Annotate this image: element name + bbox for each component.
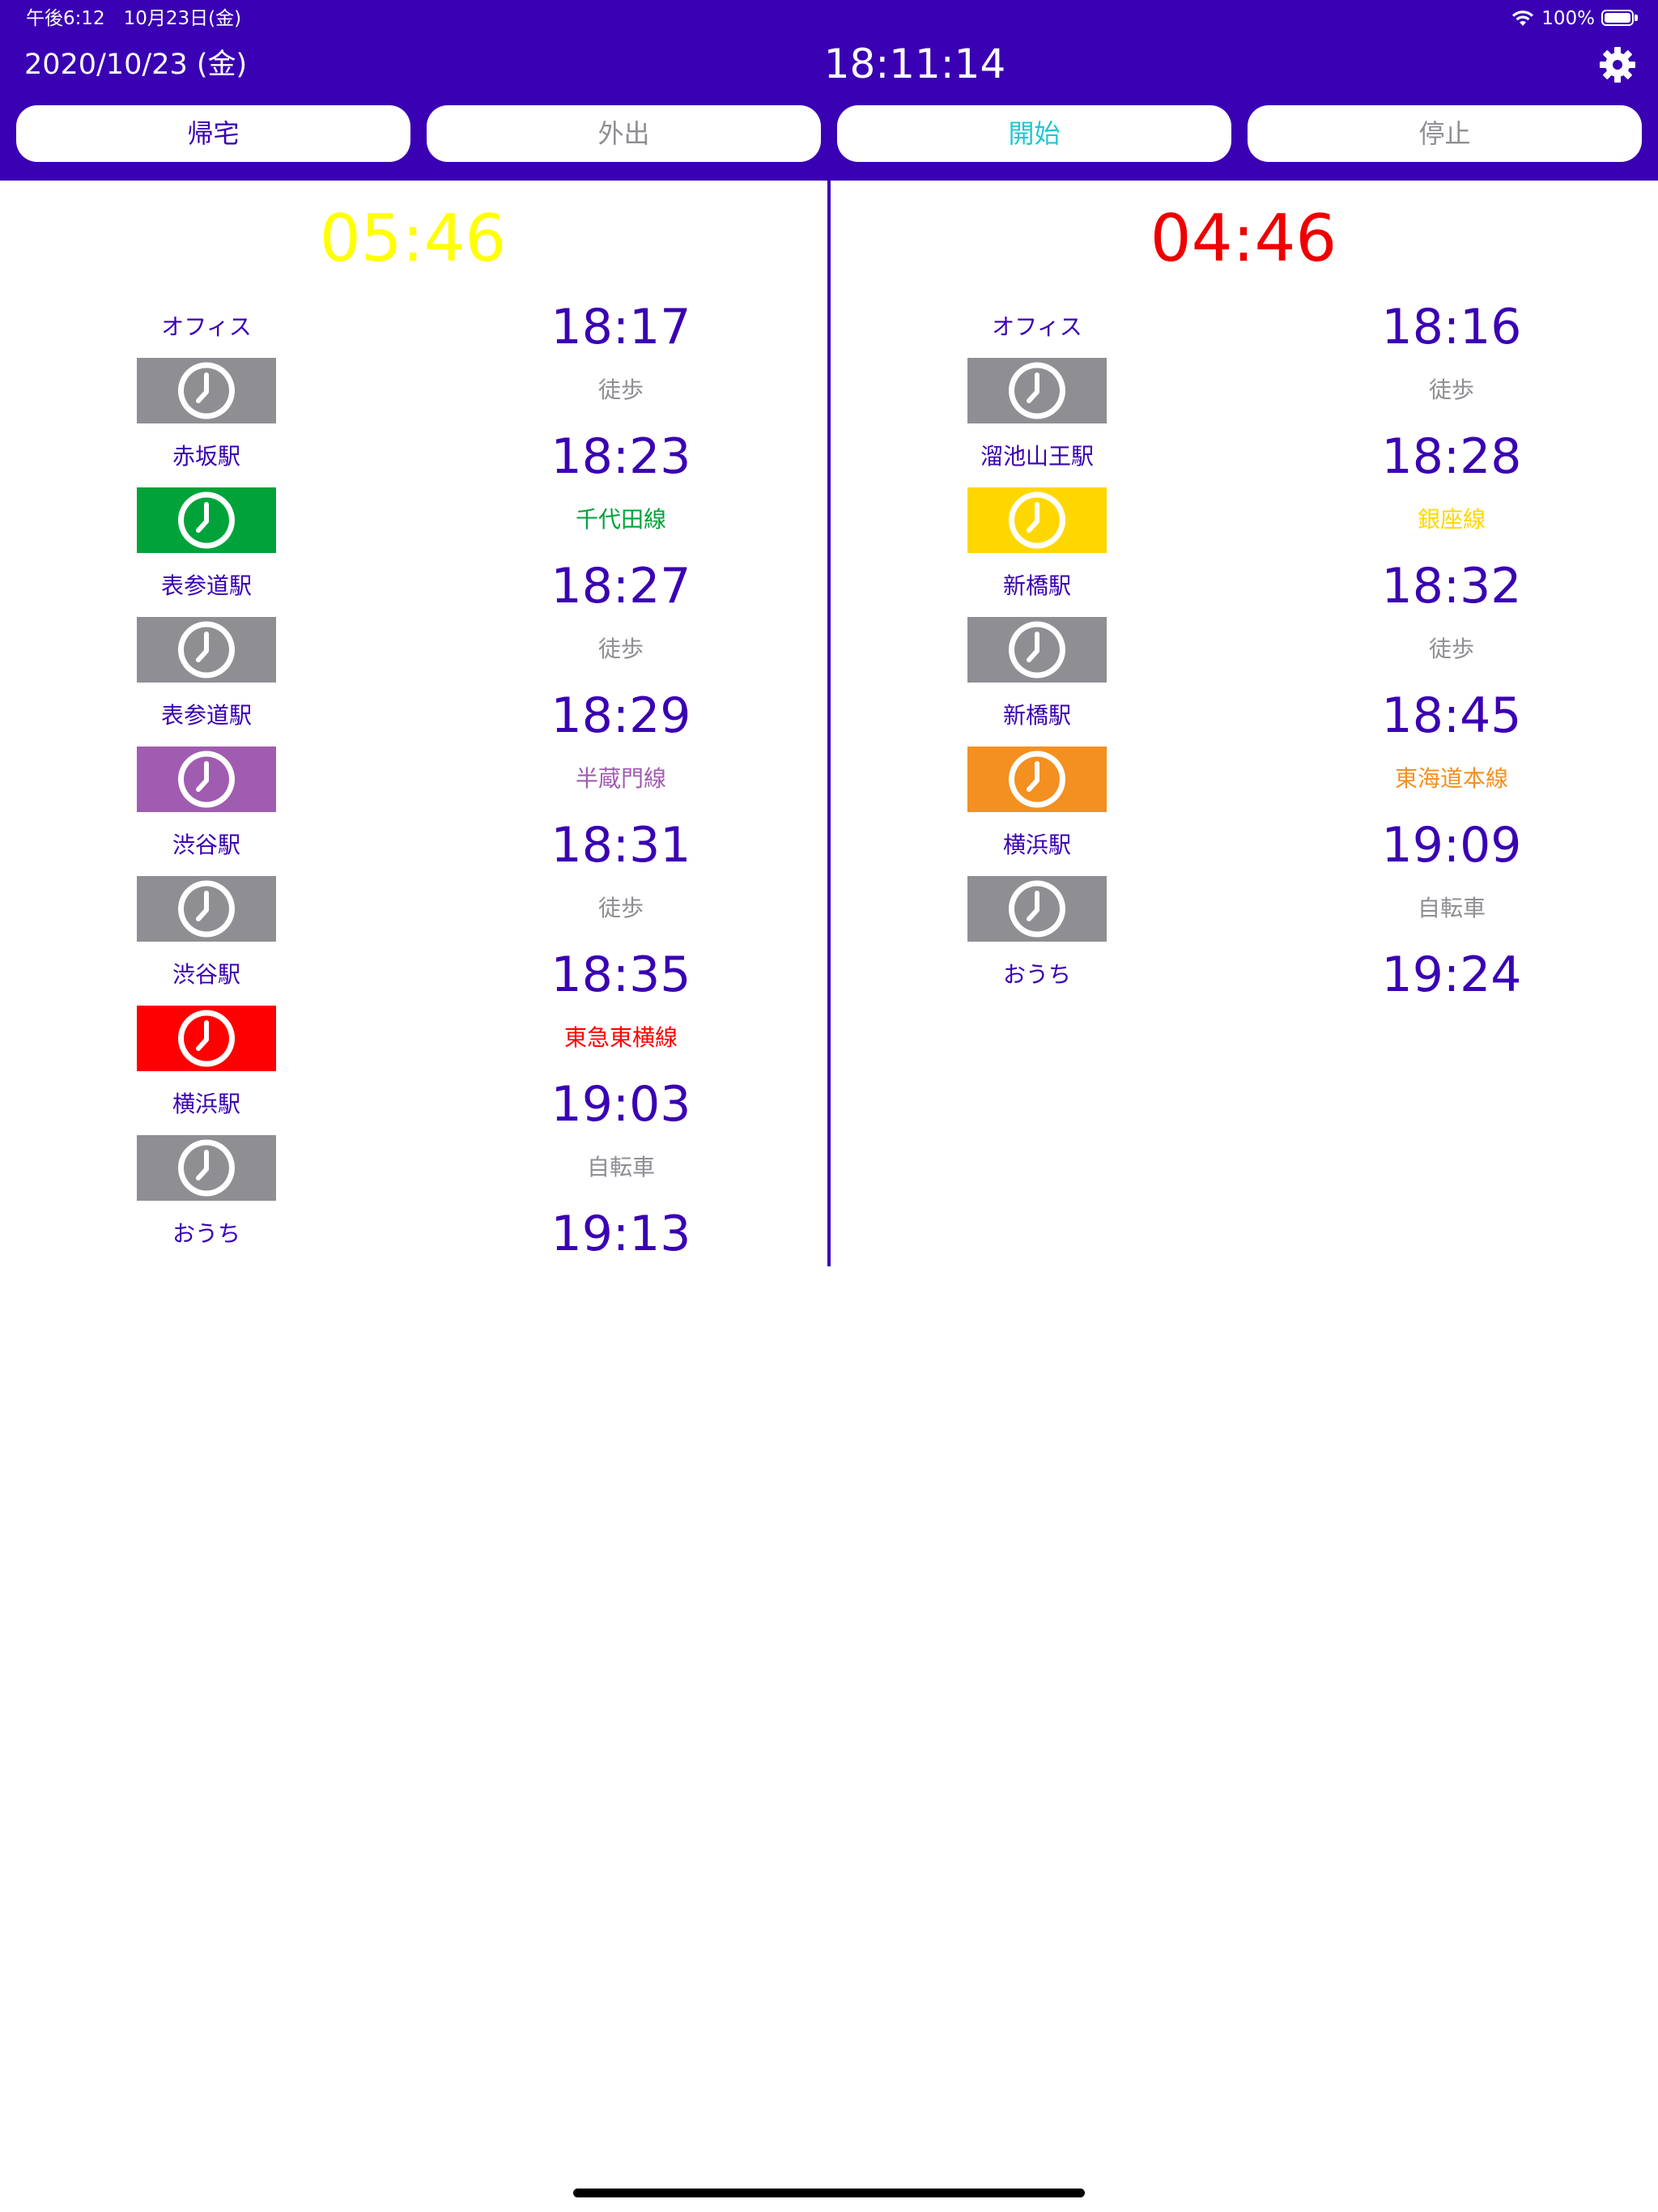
countdown-timer: 04:46 <box>1150 201 1337 276</box>
stop-time: 18:17 <box>551 299 691 355</box>
stop-station-name: 新橋駅 <box>1002 702 1071 729</box>
stop-station-name: 渋谷駅 <box>172 961 240 988</box>
stop-station-name: 横浜駅 <box>1002 832 1071 858</box>
stop-time: 19:09 <box>1381 817 1522 874</box>
stop-time: 18:31 <box>551 817 691 874</box>
stop-station-name: 溜池山王駅 <box>980 443 1094 470</box>
transit-clock-icon[interactable] <box>137 487 276 553</box>
transit-mode-label: 半蔵門線 <box>575 765 666 792</box>
transit-clock-icon[interactable] <box>967 617 1107 683</box>
transit-mode-label: 東海道本線 <box>1394 765 1508 792</box>
stop-time: 18:28 <box>1381 428 1522 485</box>
transit-clock-icon[interactable] <box>137 876 276 942</box>
stop-station-name: オフィス <box>992 313 1082 340</box>
transit-clock-icon[interactable] <box>137 617 276 683</box>
stop-station-name: 赤坂駅 <box>172 443 240 470</box>
countdown-timer: 05:46 <box>319 201 507 276</box>
stop-time: 18:27 <box>551 558 691 615</box>
stop-time: 18:23 <box>551 428 691 485</box>
stop-station-name: おうち <box>1002 961 1071 988</box>
transit-mode-label: 千代田線 <box>575 506 666 533</box>
route-panel-left: 05:46 オフィス 18:17 赤坂駅 18:23 表参道駅 18:27 表参道駅 18:2… <box>0 0 827 1266</box>
stop-station-name: 横浜駅 <box>172 1091 240 1117</box>
transit-clock-icon[interactable] <box>137 1135 276 1201</box>
transit-clock-icon[interactable] <box>137 1006 276 1071</box>
stop-time: 18:29 <box>551 687 691 744</box>
stop-station-name: 新橋駅 <box>1002 572 1071 599</box>
app-root: 午後6:12 10月23日(金) 100% 2020/10/23 (金) 18:… <box>0 0 1658 2212</box>
stop-station-name: 表参道駅 <box>160 572 252 599</box>
transit-mode-label: 自転車 <box>1417 895 1486 921</box>
transit-mode-label: 銀座線 <box>1417 506 1486 533</box>
route-panel-right: 04:46 オフィス 18:16 溜池山王駅 18:28 新橋駅 18:32 新橋駅 18:4… <box>831 0 1658 1266</box>
transit-mode-label: 徒歩 <box>597 895 644 921</box>
stop-time: 18:16 <box>1381 299 1522 355</box>
stop-time: 19:24 <box>1381 946 1522 1003</box>
stop-station-name: 渋谷駅 <box>172 832 240 858</box>
transit-mode-label: 自転車 <box>586 1154 655 1180</box>
stop-station-name: オフィス <box>161 313 252 340</box>
stop-time: 18:32 <box>1381 558 1522 615</box>
transit-mode-label: 徒歩 <box>1428 636 1474 662</box>
stop-time: 19:13 <box>551 1206 691 1262</box>
transit-mode-label: 徒歩 <box>1428 376 1474 403</box>
transit-clock-icon[interactable] <box>137 747 276 812</box>
transit-mode-label: 徒歩 <box>597 636 644 662</box>
transit-mode-label: 東急東横線 <box>563 1024 678 1051</box>
stop-time: 19:03 <box>551 1076 691 1133</box>
transit-mode-label: 徒歩 <box>597 376 644 403</box>
transit-clock-icon[interactable] <box>967 487 1107 553</box>
stop-station-name: 表参道駅 <box>160 702 252 729</box>
stop-time: 18:45 <box>1381 687 1522 744</box>
transit-clock-icon[interactable] <box>967 747 1107 812</box>
transit-clock-icon[interactable] <box>137 358 276 423</box>
stop-station-name: おうち <box>172 1220 240 1247</box>
transit-clock-icon[interactable] <box>967 876 1107 942</box>
home-indicator[interactable] <box>573 2189 1085 2197</box>
stop-time: 18:35 <box>551 946 691 1003</box>
transit-clock-icon[interactable] <box>967 358 1107 423</box>
